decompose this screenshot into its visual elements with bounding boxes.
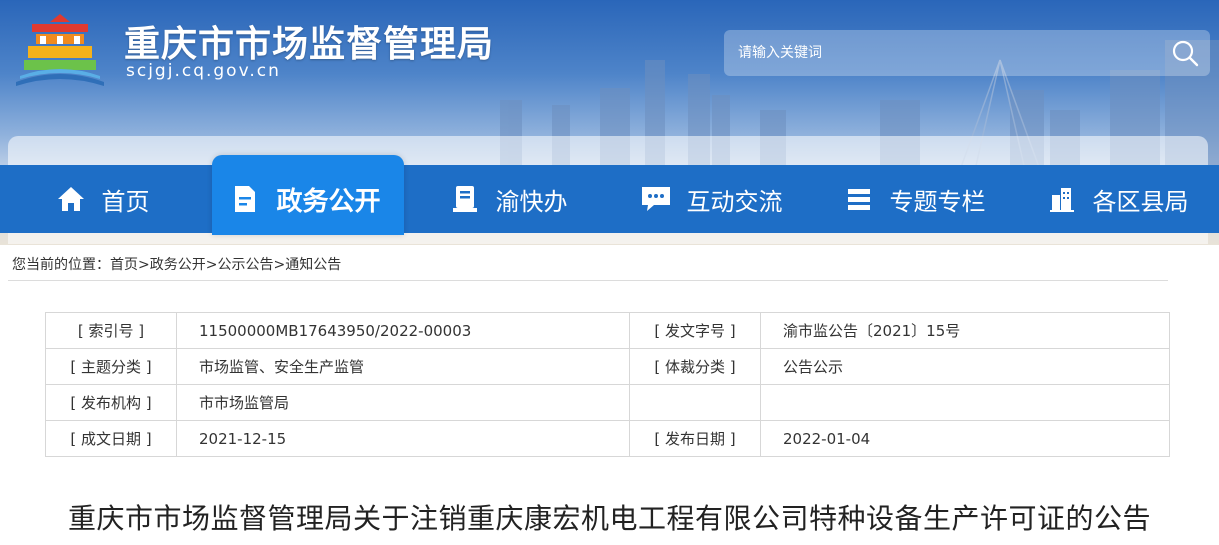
nav-item-label: 首页	[101, 187, 150, 216]
index-no-label: [ 索引号 ]	[45, 312, 177, 349]
main-nav: 首页 政务公开 渝快办 互动交流 专题专栏 各区县局	[0, 155, 1219, 235]
document-icon	[228, 182, 262, 216]
document-meta-table: [ 索引号 ] 11500000MB17643950/2022-00003 [ …	[45, 312, 1170, 457]
index-no-value: 11500000MB17643950/2022-00003	[176, 312, 630, 349]
doc-no-value: 渝市监公告〔2021〕15号	[760, 312, 1170, 349]
nav-item-special-topics[interactable]: 专题专栏	[812, 165, 1015, 233]
nav-item-home[interactable]: 首页	[0, 165, 203, 233]
nav-item-label: 互动交流	[686, 187, 783, 216]
table-row: [ 索引号 ] 11500000MB17643950/2022-00003 [ …	[45, 312, 1170, 349]
created-date-label: [ 成文日期 ]	[45, 420, 177, 457]
site-domain: scjgj.cq.gov.cn	[126, 61, 281, 81]
breadcrumb-separator: >	[205, 257, 218, 273]
service-icon	[448, 182, 482, 216]
empty-cell	[760, 384, 1170, 421]
breadcrumb-item-gov-affairs[interactable]: 政务公开	[150, 257, 206, 273]
table-row: [ 发布机构 ] 市市场监管局	[45, 384, 1170, 421]
divider	[8, 280, 1168, 281]
publisher-value: 市市场监管局	[176, 384, 630, 421]
list-icon	[842, 182, 876, 216]
home-icon	[54, 182, 88, 216]
nav-item-gov-affairs[interactable]: 政务公开	[203, 155, 406, 235]
genre-value: 公告公示	[760, 348, 1170, 385]
article-title: 重庆市市场监督管理局关于注销重庆康宏机电工程有限公司特种设备生产许可证的公告	[67, 502, 1151, 535]
nav-item-label: 各区县局	[1092, 187, 1189, 216]
search-box	[724, 30, 1210, 76]
breadcrumb-prefix: 您当前的位置：	[12, 257, 110, 273]
topic-value: 市场监管、安全生产监管	[176, 348, 630, 385]
genre-label: [ 体裁分类 ]	[629, 348, 761, 385]
search-icon[interactable]	[1170, 38, 1200, 68]
table-row: [ 成文日期 ] 2021-12-15 [ 发布日期 ] 2022-01-04	[45, 420, 1170, 457]
topic-label: [ 主题分类 ]	[45, 348, 177, 385]
nav-item-districts[interactable]: 各区县局	[1015, 165, 1218, 233]
nav-item-label: 渝快办	[495, 187, 568, 216]
nav-item-label: 专题专栏	[889, 187, 986, 216]
breadcrumb-item-announcements[interactable]: 公示公告	[217, 257, 273, 273]
search-input[interactable]	[724, 30, 1158, 76]
published-date-label: [ 发布日期 ]	[629, 420, 761, 457]
chat-icon	[639, 182, 673, 216]
breadcrumb-separator: >	[273, 257, 286, 273]
nav-item-interaction[interactable]: 互动交流	[609, 165, 812, 233]
breadcrumb: 您当前的位置：首页>政务公开>公示公告>通知公告	[12, 254, 341, 274]
publisher-label: [ 发布机构 ]	[45, 384, 177, 421]
site-title[interactable]: 重庆市市场监督管理局	[124, 15, 494, 67]
nav-item-yukuaiban[interactable]: 渝快办	[406, 165, 609, 233]
doc-no-label: [ 发文字号 ]	[629, 312, 761, 349]
breadcrumb-separator: >	[138, 257, 150, 273]
breadcrumb-item-home[interactable]: 首页	[110, 257, 138, 273]
table-row: [ 主题分类 ] 市场监管、安全生产监管 [ 体裁分类 ] 公告公示	[45, 348, 1170, 385]
building-icon	[1045, 182, 1079, 216]
site-logo	[16, 14, 104, 86]
breadcrumb-item-notices[interactable]: 通知公告	[285, 257, 341, 273]
nav-item-label: 政务公开	[276, 186, 381, 217]
published-date-value: 2022-01-04	[760, 420, 1170, 457]
created-date-value: 2021-12-15	[176, 420, 630, 457]
empty-cell	[629, 384, 761, 421]
